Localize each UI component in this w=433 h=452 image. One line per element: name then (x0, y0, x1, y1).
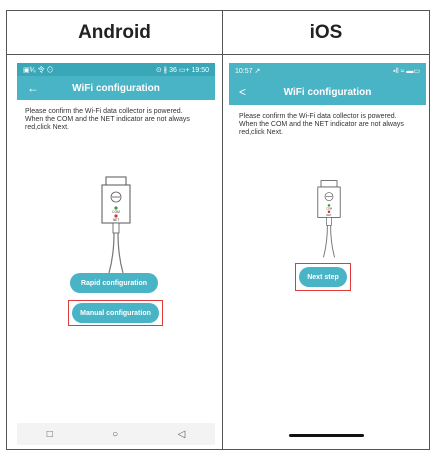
ios-page-title: WiFi configuration (283, 86, 372, 98)
ios-net-label: NET (326, 213, 332, 217)
ios-status-bar: 10:57 ↗ ▪ll ≈ ▬▭ (229, 63, 426, 79)
android-com-label: COM (112, 210, 120, 214)
android-header: Android (7, 11, 223, 55)
android-instructions: Please confirm the Wi-Fi data collector … (17, 100, 215, 132)
ios-com-label: COM (326, 206, 332, 210)
wifi-collector-device-icon: COM NET (101, 176, 131, 274)
home-icon[interactable]: ○ (112, 429, 118, 440)
android-instruction-line-1: Please confirm the Wi-Fi data collector … (25, 108, 183, 115)
android-instruction-line-2: When the COM and the NET indicator are n… (25, 116, 190, 131)
rapid-configuration-button[interactable]: Rapid configuration (70, 273, 158, 293)
android-page-title: WiFi configuration (72, 82, 160, 94)
ios-instruction-line-2: When the COM and the NET indicator are n… (239, 121, 404, 136)
android-screen: ▣ᵇ⁄ᵢᵢ 令 ⊙ ⊙ ∦ 36 ▭+ 19:50 ← WiFi configu… (17, 63, 215, 445)
android-nav-keys: □ ○ ◁ (17, 423, 215, 445)
ios-status-icons: ▪ll ≈ ▬▭ (393, 68, 420, 75)
android-status-left: ▣ᵇ⁄ᵢᵢ 令 ⊙ (23, 66, 54, 74)
ios-status-time: 10:57 ↗ (235, 68, 261, 75)
android-status-right: ⊙ ∦ 36 ▭+ 19:50 (155, 66, 209, 74)
android-nav-bar: ← WiFi configuration (17, 76, 215, 100)
manual-configuration-button[interactable]: Manual configuration (72, 303, 159, 323)
back-chevron-icon[interactable]: < (239, 85, 246, 99)
next-step-button[interactable]: Next step (299, 267, 347, 287)
ios-home-indicator[interactable] (289, 434, 364, 437)
top-strip (0, 0, 433, 8)
ios-instruction-line-1: Please confirm the Wi-Fi data collector … (239, 113, 397, 120)
back-icon[interactable]: ◁ (178, 429, 186, 440)
android-net-label: NET (113, 218, 119, 222)
ios-wifi-collector-device-icon: COM NET (317, 180, 341, 258)
ios-screen: 10:57 ↗ ▪ll ≈ ▬▭ < WiFi configuration Pl… (229, 63, 426, 445)
android-status-bar: ▣ᵇ⁄ᵢᵢ 令 ⊙ ⊙ ∦ 36 ▭+ 19:50 (17, 63, 215, 76)
column-divider (222, 55, 223, 449)
recent-apps-icon[interactable]: □ (47, 429, 53, 440)
ios-instructions: Please confirm the Wi-Fi data collector … (229, 105, 426, 137)
ios-header: iOS (223, 11, 429, 55)
back-arrow-icon[interactable]: ← (27, 81, 39, 95)
ios-nav-bar: < WiFi configuration (229, 79, 426, 105)
